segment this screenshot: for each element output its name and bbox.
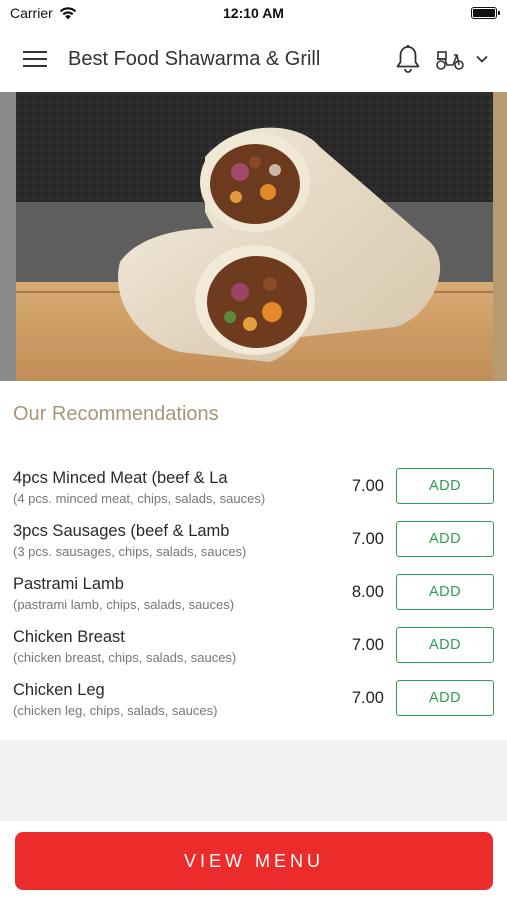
view-menu-button[interactable]: VIEW MENU [15, 832, 493, 890]
notifications-button[interactable] [395, 44, 421, 74]
item-name: 3pcs Sausages (beef & Lamb [13, 522, 230, 540]
chevron-down-icon [476, 55, 488, 63]
add-button[interactable]: ADD [396, 574, 494, 610]
item-description: (pastrami lamb, chips, salads, sauces) [13, 597, 235, 612]
header: Best Food Shawarma & Grill [0, 26, 507, 92]
menu-item: Pastrami Lamb (pastrami lamb, chips, sal… [0, 574, 507, 628]
add-button[interactable]: ADD [396, 680, 494, 716]
menu-item: 3pcs Sausages (beef & Lamb (3 pcs. sausa… [0, 521, 507, 575]
footer: VIEW MENU [0, 821, 507, 900]
item-price: 7.00 [351, 477, 384, 495]
item-price: 8.00 [351, 583, 384, 601]
section-title: Our Recommendations [13, 403, 219, 425]
item-name: 4pcs Minced Meat (beef & La [13, 469, 228, 487]
status-bar: Carrier 12:10 AM [0, 0, 507, 26]
menu-item: Chicken Breast (chicken breast, chips, s… [0, 627, 507, 681]
bell-icon [396, 44, 420, 73]
menu-item: Chicken Leg (chicken leg, chips, salads,… [0, 680, 507, 734]
item-price: 7.00 [351, 689, 384, 707]
item-name: Pastrami Lamb [13, 575, 124, 593]
shawarma-photo [0, 92, 507, 381]
menu-item: 4pcs Minced Meat (beef & La (4 pcs. minc… [0, 468, 507, 522]
item-price: 7.00 [351, 636, 384, 654]
item-description: (3 pcs. sausages, chips, salads, sauces) [13, 544, 247, 559]
header-actions [395, 44, 489, 74]
hamburger-menu-icon [23, 51, 47, 67]
recommendations-section: Our Recommendations 4pcs Minced Meat (be… [0, 381, 507, 740]
add-button[interactable]: ADD [396, 468, 494, 504]
status-time: 12:10 AM [223, 5, 284, 21]
hero-image [0, 92, 507, 381]
add-button[interactable]: ADD [396, 521, 494, 557]
page-title: Best Food Shawarma & Grill [68, 47, 321, 70]
delivery-mode-selector[interactable] [435, 47, 489, 71]
item-name: Chicken Leg [13, 681, 105, 699]
item-description: (chicken breast, chips, salads, sauces) [13, 650, 237, 665]
item-description: (4 pcs. minced meat, chips, salads, sauc… [13, 491, 266, 506]
content-spacer [0, 740, 507, 821]
item-name: Chicken Breast [13, 628, 125, 646]
item-price: 7.00 [351, 530, 384, 548]
add-button[interactable]: ADD [396, 627, 494, 663]
battery-icon [471, 7, 500, 19]
hamburger-menu-button[interactable] [18, 42, 52, 76]
item-description: (chicken leg, chips, salads, sauces) [13, 703, 218, 718]
scooter-icon [436, 51, 464, 70]
